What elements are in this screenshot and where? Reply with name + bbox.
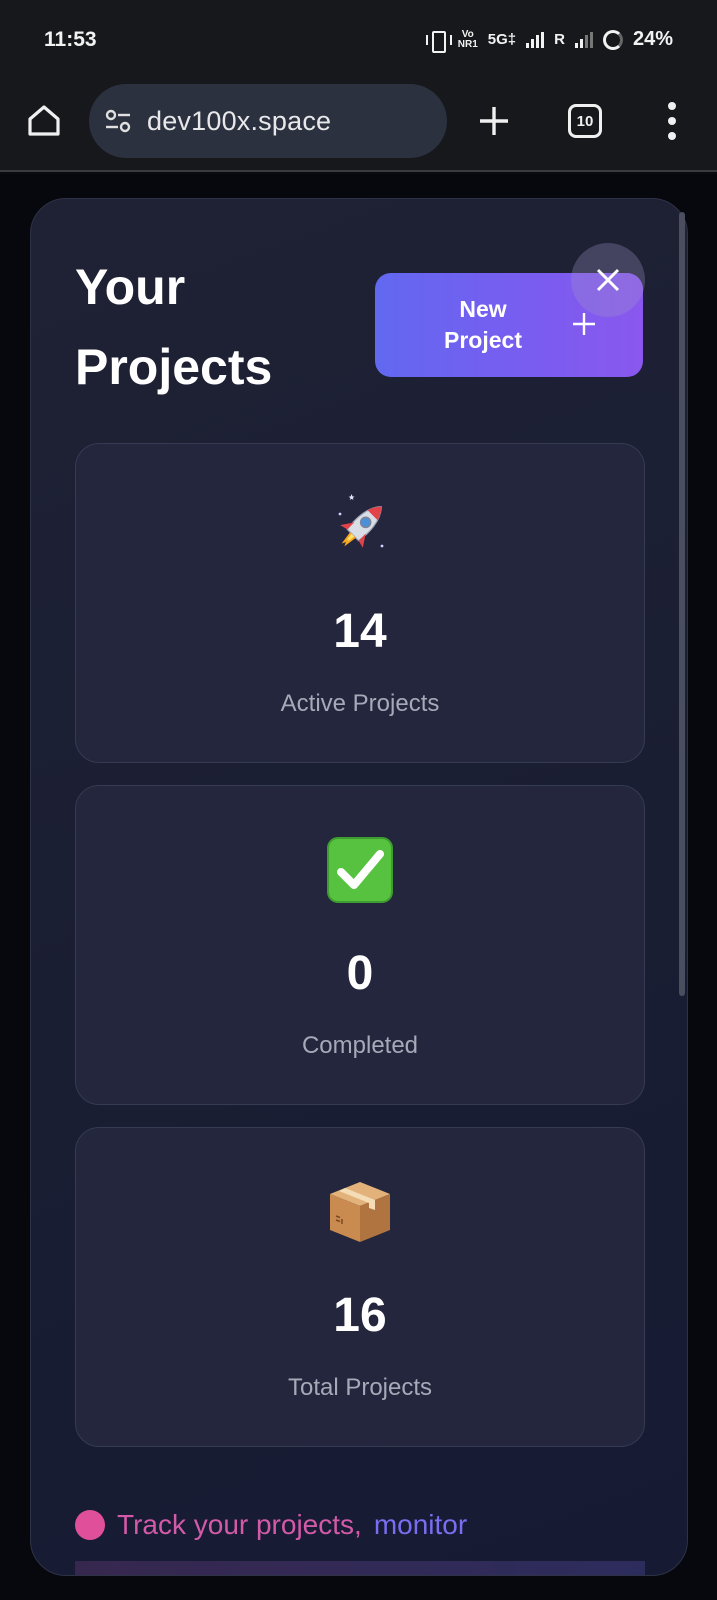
tagline-continuation	[75, 1561, 645, 1575]
network-type: 5G‡	[487, 31, 517, 48]
url-text: dev100x.space	[147, 105, 332, 136]
total-projects-count: 16	[333, 1289, 387, 1342]
plus-icon	[573, 313, 595, 335]
close-icon	[596, 268, 620, 292]
tab-switcher-button[interactable]: 10	[568, 104, 602, 138]
active-projects-count: 14	[333, 605, 387, 658]
tagline-part-2: monitor	[373, 1509, 468, 1540]
signal-roaming-icon	[574, 31, 593, 48]
status-indicators: Vo NR1 5G‡ R 24%	[425, 28, 673, 53]
signal-icon	[526, 31, 545, 48]
projects-panel: Your Projects New Project 14 Active Proj…	[30, 198, 688, 1576]
status-bar: 11:53 Vo NR1 5G‡ R 24%	[0, 0, 717, 82]
browser-toolbar: dev100x.space 10	[0, 82, 717, 172]
footer-tagline: Track your projects, monitor	[75, 1509, 467, 1541]
battery-icon	[602, 29, 623, 50]
site-settings-icon[interactable]	[103, 106, 133, 136]
active-projects-label: Active Projects	[280, 690, 440, 717]
scrollbar[interactable]	[679, 212, 685, 996]
roaming-indicator: R	[554, 31, 565, 48]
home-icon[interactable]	[26, 102, 62, 138]
completed-count: 0	[346, 947, 374, 1000]
page-title: Your Projects	[75, 259, 273, 395]
address-bar[interactable]: dev100x.space	[89, 84, 447, 158]
new-tab-icon[interactable]	[476, 103, 512, 139]
tagline-part-1: Track your projects,	[117, 1509, 362, 1540]
new-project-label: New Project	[444, 296, 522, 353]
stat-card-total: 16 Total Projects	[75, 1127, 645, 1447]
stat-card-completed: 0 Completed	[75, 785, 645, 1105]
completed-label: Completed	[301, 1032, 419, 1059]
package-icon	[330, 1182, 390, 1242]
check-mark-icon	[327, 837, 393, 903]
total-projects-label: Total Projects	[287, 1374, 433, 1401]
status-time: 11:53	[44, 28, 97, 51]
tagline-dot-icon	[75, 1510, 105, 1540]
battery-percent: 24%	[632, 28, 673, 50]
more-menu-icon[interactable]	[666, 102, 678, 140]
close-button[interactable]	[571, 243, 645, 317]
rocket-icon	[338, 494, 384, 548]
vibrate-icon	[425, 30, 452, 53]
stat-card-active: 14 Active Projects	[75, 443, 645, 763]
volte-indicator: Vo NR1	[457, 28, 478, 50]
